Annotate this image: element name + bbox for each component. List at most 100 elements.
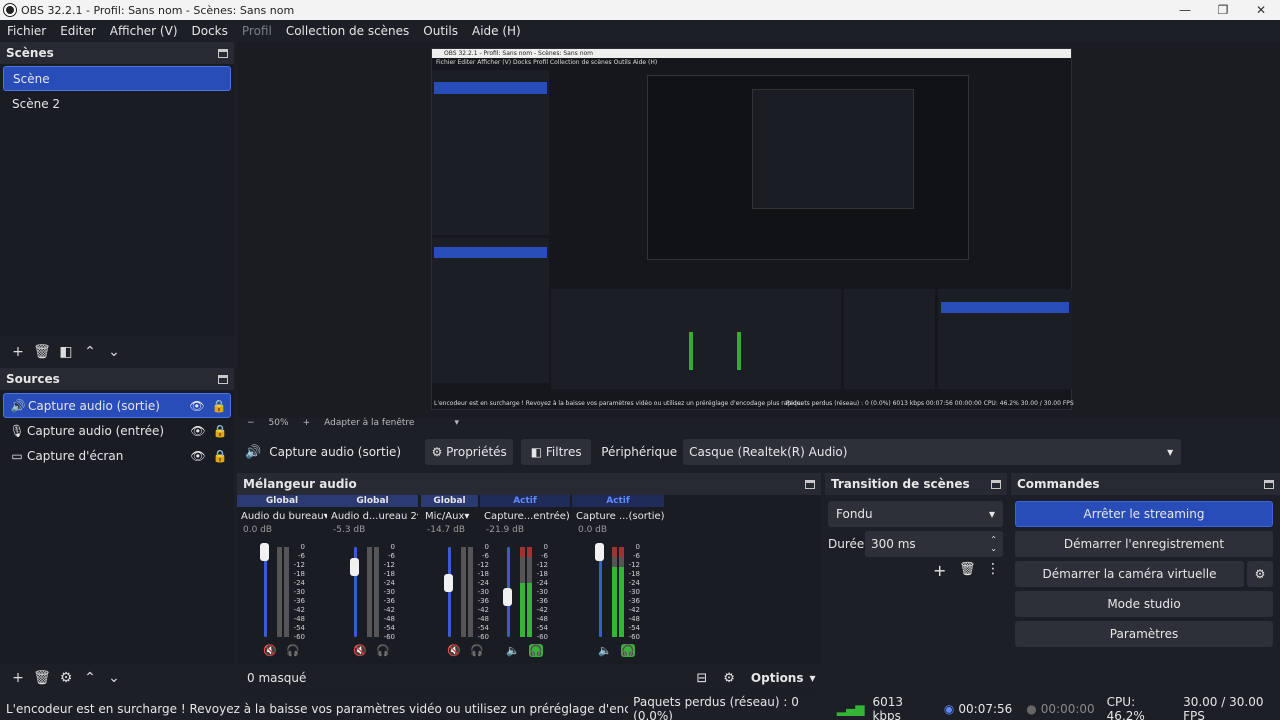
channel-monitor-state: Global [327, 495, 418, 507]
scene-item[interactable]: Scène [3, 66, 231, 91]
level-meter [277, 547, 282, 637]
channel-monitor-state: Actif [572, 495, 664, 507]
more-icon[interactable]: ⋮ [986, 561, 1000, 577]
undock-icon[interactable] [1264, 479, 1274, 489]
scale-tick: -6 [541, 552, 548, 560]
menu-aide[interactable]: Aide (H) [472, 24, 521, 38]
nested-stream-button [941, 302, 1069, 313]
zoom-in-icon[interactable]: + [303, 418, 311, 428]
undock-icon[interactable] [218, 374, 228, 384]
close-icon[interactable]: ✕ [1242, 0, 1280, 20]
level-meter [284, 547, 289, 637]
eye-icon[interactable]: 👁 [187, 424, 209, 438]
channel-name[interactable]: Audio du bureau ▾ [237, 507, 327, 525]
channel-name[interactable]: Capture ...(sortie) ▾ [572, 507, 664, 525]
mute-icon[interactable]: 🔈 [598, 644, 612, 657]
start-recording-button[interactable]: Démarrer l'enregistrement [1015, 531, 1273, 557]
menu-collection[interactable]: Collection de scènes [286, 24, 409, 38]
scale-tick: -54 [536, 624, 548, 632]
menu-docks[interactable]: Docks [192, 24, 228, 38]
start-virtual-camera-button[interactable]: Démarrer la caméra virtuelle [1015, 561, 1244, 587]
add-icon[interactable]: + [933, 561, 946, 580]
volume-slider-handle[interactable] [595, 542, 604, 561]
undock-icon[interactable] [218, 48, 228, 58]
level-meter [468, 547, 473, 637]
filters-button[interactable]: ◧ Filtres [521, 439, 592, 465]
source-item[interactable]: ▭ Capture d'écran 👁 🔒 [3, 443, 231, 468]
undock-icon[interactable] [805, 479, 815, 489]
mute-icon[interactable]: 🔇 [447, 644, 461, 657]
channel-volume-db: -21.9 dB [486, 525, 525, 535]
source-item[interactable]: 🎙 Capture audio (entrée) 👁 🔒 [3, 418, 231, 443]
scale-tick: 0 [300, 543, 305, 551]
mute-icon[interactable]: 🔇 [353, 644, 367, 657]
duration-input[interactable]: 300 ms ⌃ ⌄ [865, 531, 1003, 557]
menu-afficher[interactable]: Afficher (V) [110, 24, 178, 38]
volume-slider-handle[interactable] [350, 557, 359, 576]
source-item[interactable]: 🔊 Capture audio (sortie) 👁 🔒 [3, 393, 231, 418]
volume-slider-handle[interactable] [503, 587, 512, 606]
volume-slider-track[interactable] [264, 547, 267, 637]
chevron-down-icon[interactable]: ⌄ [102, 667, 126, 689]
trash-icon[interactable]: 🗑 [30, 341, 54, 363]
minimize-icon[interactable]: — [1166, 0, 1204, 20]
mute-icon[interactable]: 🔇 [263, 644, 277, 657]
layout-icon[interactable]: ⊟ [696, 671, 707, 686]
add-icon[interactable]: + [6, 667, 30, 689]
transition-select[interactable]: Fondu ▾ [828, 501, 1003, 527]
chevron-down-icon[interactable]: ▾ [464, 511, 469, 522]
lock-icon[interactable]: 🔒 [209, 424, 231, 438]
gear-icon[interactable]: ⚙ [54, 667, 78, 689]
headphones-icon[interactable]: 🎧 [621, 644, 635, 657]
eye-icon[interactable]: 👁 [187, 449, 209, 463]
fit-select[interactable]: Adapter à la fenêtre [324, 418, 414, 428]
properties-button[interactable]: ⚙ Propriétés [425, 439, 514, 465]
volume-slider-track[interactable] [599, 547, 602, 637]
channel-volume-db: -14.7 dB [427, 525, 466, 535]
settings-button[interactable]: Paramètres [1015, 621, 1273, 647]
advanced-audio-icon[interactable]: ⚙ [723, 671, 735, 686]
filter-icon[interactable]: ◧ [54, 341, 78, 363]
volume-slider-handle[interactable] [444, 574, 453, 592]
mute-icon[interactable]: 🔈 [506, 644, 520, 657]
scale-tick: -24 [628, 579, 640, 587]
menu-editer[interactable]: Editer [60, 24, 96, 38]
device-select[interactable]: Casque (Realtek(R) Audio) ▾ [683, 439, 1182, 465]
eye-icon[interactable]: 👁 [186, 399, 208, 413]
nested-scenes [432, 70, 549, 235]
menu-profil[interactable]: Profil [242, 24, 272, 38]
chevron-down-icon[interactable]: ▾ [417, 511, 418, 522]
chevron-down-icon[interactable]: ⌄ [102, 341, 126, 363]
channel-name[interactable]: Audio d...ureau 2 ▾ [327, 507, 418, 525]
chevron-up-icon[interactable]: ⌃ [78, 341, 102, 363]
headphones-icon[interactable]: 🎧 [529, 644, 543, 657]
channel-name[interactable]: Capture...entrée) ▾ [480, 507, 570, 525]
lock-icon[interactable]: 🔒 [208, 399, 230, 413]
stop-streaming-button[interactable]: Arrêter le streaming [1015, 501, 1273, 527]
mixer-options[interactable]: Options [751, 671, 804, 685]
scene-item[interactable]: Scène 2 [3, 91, 231, 116]
scene-list: Scène Scène 2 [0, 64, 234, 336]
preview-canvas[interactable]: OBS 32.2.1 - Profil: Sans nom - Scènes: … [237, 42, 1280, 418]
maximize-icon[interactable]: ❐ [1204, 0, 1242, 20]
menu-fichier[interactable]: Fichier [7, 24, 46, 38]
trash-icon[interactable]: 🗑 [959, 562, 976, 577]
chevron-down-icon[interactable]: ▾ [454, 418, 459, 428]
lock-icon[interactable]: 🔒 [209, 449, 231, 463]
channel-name[interactable]: Mic/Aux ▾ [421, 507, 478, 525]
menu-outils[interactable]: Outils [423, 24, 458, 38]
studio-mode-button[interactable]: Mode studio [1015, 591, 1273, 617]
volume-slider-handle[interactable] [260, 542, 269, 561]
volume-slider-track[interactable] [448, 547, 451, 637]
undock-icon[interactable] [991, 479, 1001, 489]
scale-tick: -48 [383, 615, 395, 623]
gear-icon[interactable]: ⚙ [1247, 561, 1273, 587]
chevron-down-icon[interactable]: ▾ [810, 671, 816, 685]
add-icon[interactable]: + [6, 341, 30, 363]
zoom-out-icon[interactable]: − [247, 418, 255, 428]
zoom-level: 50% [268, 418, 289, 428]
headphones-icon[interactable]: 🎧 [376, 644, 390, 657]
chevron-up-icon[interactable]: ⌃ [78, 667, 102, 689]
headphones-icon[interactable]: 🎧 [286, 644, 300, 657]
trash-icon[interactable]: 🗑 [30, 667, 54, 689]
